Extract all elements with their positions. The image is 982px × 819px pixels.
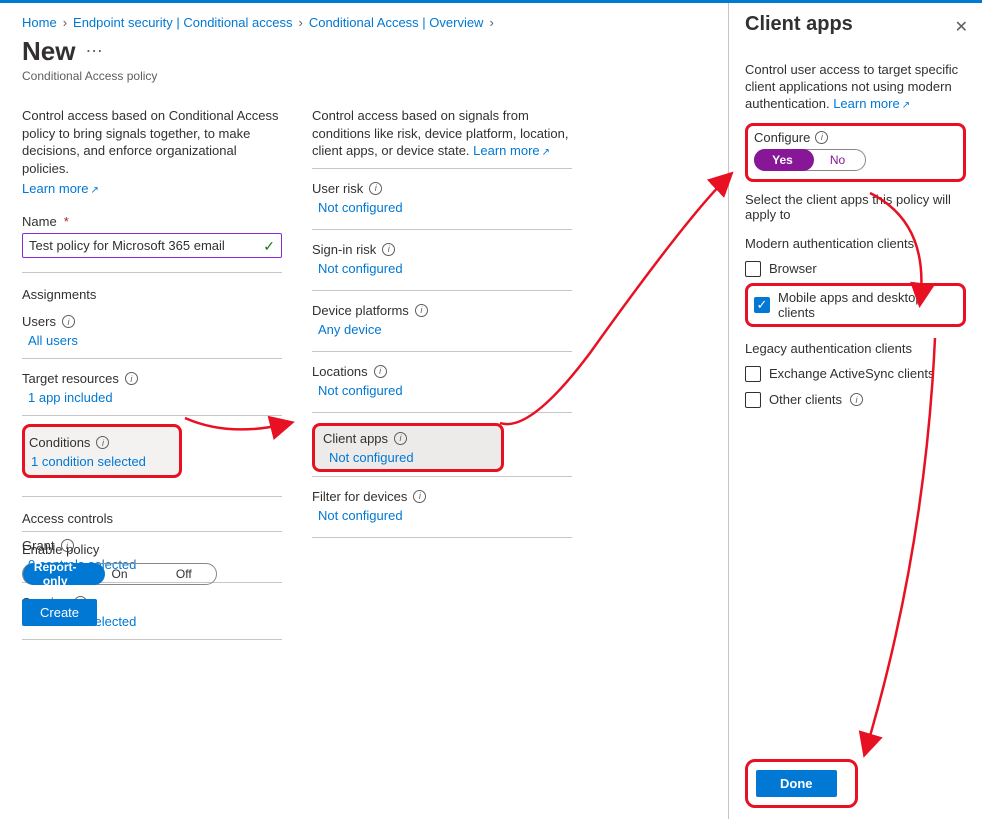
device-platforms-row[interactable]: Device platformsi Any device (312, 291, 572, 352)
signin-risk-row[interactable]: Sign-in riski Not configured (312, 230, 572, 291)
page-subtitle: Conditional Access policy (22, 69, 720, 83)
breadcrumb-endpoint[interactable]: Endpoint security | Conditional access (73, 15, 292, 30)
name-label: Name* (22, 214, 282, 229)
legacy-auth-heading: Legacy authentication clients (745, 341, 966, 356)
users-row[interactable]: Usersi (22, 302, 282, 329)
toggle-yes[interactable]: Yes (755, 153, 810, 167)
enable-policy-label: Enable policy (22, 542, 282, 557)
assignments-heading: Assignments (22, 273, 282, 302)
access-controls-heading: Access controls (22, 497, 282, 526)
toggle-report-only[interactable]: Report-only (23, 560, 87, 588)
enable-policy-toggle[interactable]: Report-only On Off (22, 563, 217, 585)
info-icon: i (815, 131, 828, 144)
external-link-icon: ↗ (90, 185, 98, 196)
panel-title: Client apps (745, 13, 966, 36)
chevron-right-icon: › (63, 15, 67, 30)
close-icon[interactable]: ✕ (955, 17, 968, 37)
info-icon: i (850, 393, 863, 406)
mobile-apps-checkbox-row[interactable]: ✓ Mobile apps and desktop clients (754, 290, 957, 320)
done-button[interactable]: Done (756, 770, 837, 797)
checkbox-unchecked-icon[interactable] (745, 392, 761, 408)
eas-checkbox-row[interactable]: Exchange ActiveSync clients (745, 366, 966, 382)
info-icon: i (382, 243, 395, 256)
info-icon: i (394, 432, 407, 445)
info-icon: i (62, 315, 75, 328)
info-icon: i (96, 436, 109, 449)
toggle-no[interactable]: No (810, 153, 865, 167)
breadcrumb-overview[interactable]: Conditional Access | Overview (309, 15, 484, 30)
breadcrumb-home[interactable]: Home (22, 15, 57, 30)
toggle-on[interactable]: On (87, 567, 151, 581)
filter-devices-row[interactable]: Filter for devicesi Not configured (312, 477, 572, 538)
configure-box-highlighted: Configurei Yes No (745, 123, 966, 182)
info-icon: i (415, 304, 428, 317)
toggle-off[interactable]: Off (152, 567, 216, 581)
learn-more-link[interactable]: Learn more↗ (22, 181, 99, 196)
more-icon[interactable]: … (85, 36, 103, 56)
conditions-row-highlighted[interactable]: Conditionsi 1 condition selected (22, 424, 182, 478)
browser-checkbox-row[interactable]: Browser (745, 261, 966, 277)
external-link-icon: ↗ (542, 147, 550, 158)
modern-auth-heading: Modern authentication clients (745, 236, 966, 251)
info-icon: i (374, 365, 387, 378)
check-icon: ✓ (263, 238, 275, 255)
create-button[interactable]: Create (22, 599, 97, 626)
external-link-icon: ↗ (902, 100, 910, 111)
client-apps-row-highlighted[interactable]: Client appsi Not configured (312, 423, 504, 472)
done-box-highlighted: Done (745, 759, 858, 808)
breadcrumb: Home › Endpoint security | Conditional a… (22, 15, 720, 30)
col2-intro: Control access based on signals from con… (312, 107, 572, 160)
info-icon: i (125, 372, 138, 385)
col1-intro: Control access based on Conditional Acce… (22, 107, 282, 177)
user-risk-row[interactable]: User riski Not configured (312, 169, 572, 230)
checkbox-unchecked-icon[interactable] (745, 366, 761, 382)
chevron-right-icon: › (298, 15, 302, 30)
mobile-apps-highlighted: ✓ Mobile apps and desktop clients (745, 283, 966, 327)
target-value[interactable]: 1 app included (22, 386, 282, 415)
select-apps-text: Select the client apps this policy will … (745, 192, 966, 222)
configure-toggle[interactable]: Yes No (754, 149, 866, 171)
configure-label: Configurei (754, 130, 957, 145)
info-icon: i (413, 490, 426, 503)
page-title: New (22, 36, 75, 67)
checkbox-unchecked-icon[interactable] (745, 261, 761, 277)
checkbox-checked-icon[interactable]: ✓ (754, 297, 770, 313)
users-value[interactable]: All users (22, 329, 282, 358)
learn-more-link[interactable]: Learn more↗ (473, 143, 550, 158)
target-row[interactable]: Target resourcesi (22, 359, 282, 386)
info-icon: i (369, 182, 382, 195)
name-input[interactable]: Test policy for Microsoft 365 email ✓ (22, 233, 282, 258)
client-apps-panel: Client apps ✕ Control user access to tar… (728, 3, 982, 819)
chevron-right-icon: › (489, 15, 493, 30)
learn-more-link[interactable]: Learn more↗ (833, 96, 910, 111)
conditions-value[interactable]: 1 condition selected (25, 450, 171, 471)
other-clients-checkbox-row[interactable]: Other clients i (745, 392, 966, 408)
locations-row[interactable]: Locationsi Not configured (312, 352, 572, 413)
panel-intro: Control user access to target specific c… (745, 62, 966, 113)
